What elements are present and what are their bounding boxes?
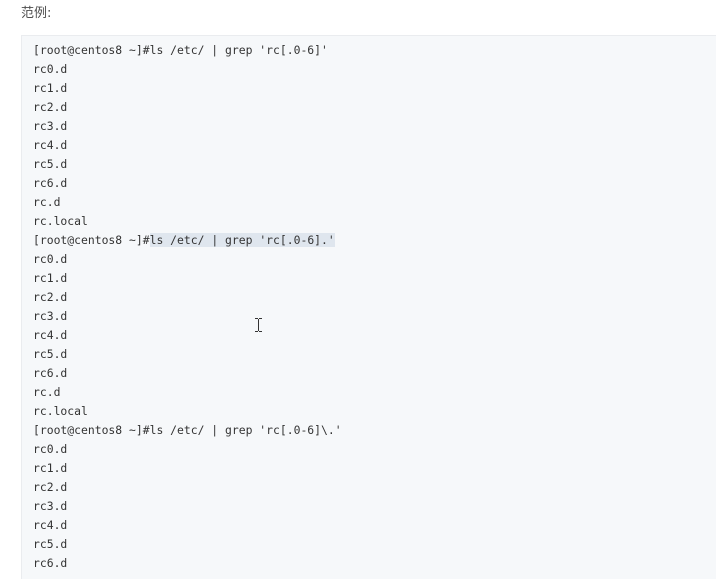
code-line: rc4.d [33,138,68,152]
code-line: rc1.d [33,461,68,475]
code-line: rc4.d [33,518,68,532]
code-line: rc3.d [33,309,68,323]
code-line: rc6.d [33,556,68,570]
code-line: rc3.d [33,119,68,133]
code-lines: [root@centos8 ~]#ls /etc/ | grep 'rc[.0-… [33,41,342,573]
code-line-prefix: [root@centos8 ~]# [33,233,150,247]
code-line: rc1.d [33,81,68,95]
code-line: rc1.d [33,271,68,285]
code-line: rc0.d [33,62,68,76]
code-line: rc2.d [33,100,68,114]
code-line: rc4.d [33,328,68,342]
selected-text: ls /etc/ | grep 'rc[.0-6].' [149,233,335,247]
example-heading: 范例: [21,6,52,21]
code-line: [root@centos8 ~]#ls /etc/ | grep 'rc[.0-… [33,43,328,57]
text-cursor-icon [255,318,262,332]
code-line: rc2.d [33,480,68,494]
code-line: rc.local [33,404,88,418]
code-line: rc6.d [33,176,68,190]
code-line: rc.d [33,385,61,399]
code-line: rc0.d [33,442,68,456]
code-line: rc.local [33,214,88,228]
code-line: rc5.d [33,347,68,361]
code-line: rc2.d [33,290,68,304]
code-block[interactable]: [root@centos8 ~]#ls /etc/ | grep 'rc[.0-… [21,35,716,579]
code-line: rc6.d [33,366,68,380]
code-line: rc0.d [33,252,68,266]
code-line: rc.d [33,195,61,209]
code-line: rc5.d [33,157,68,171]
code-line: rc3.d [33,499,68,513]
code-line: rc5.d [33,537,68,551]
code-line: [root@centos8 ~]#ls /etc/ | grep 'rc[.0-… [33,231,342,250]
code-line: [root@centos8 ~]#ls /etc/ | grep 'rc[.0-… [33,423,342,437]
